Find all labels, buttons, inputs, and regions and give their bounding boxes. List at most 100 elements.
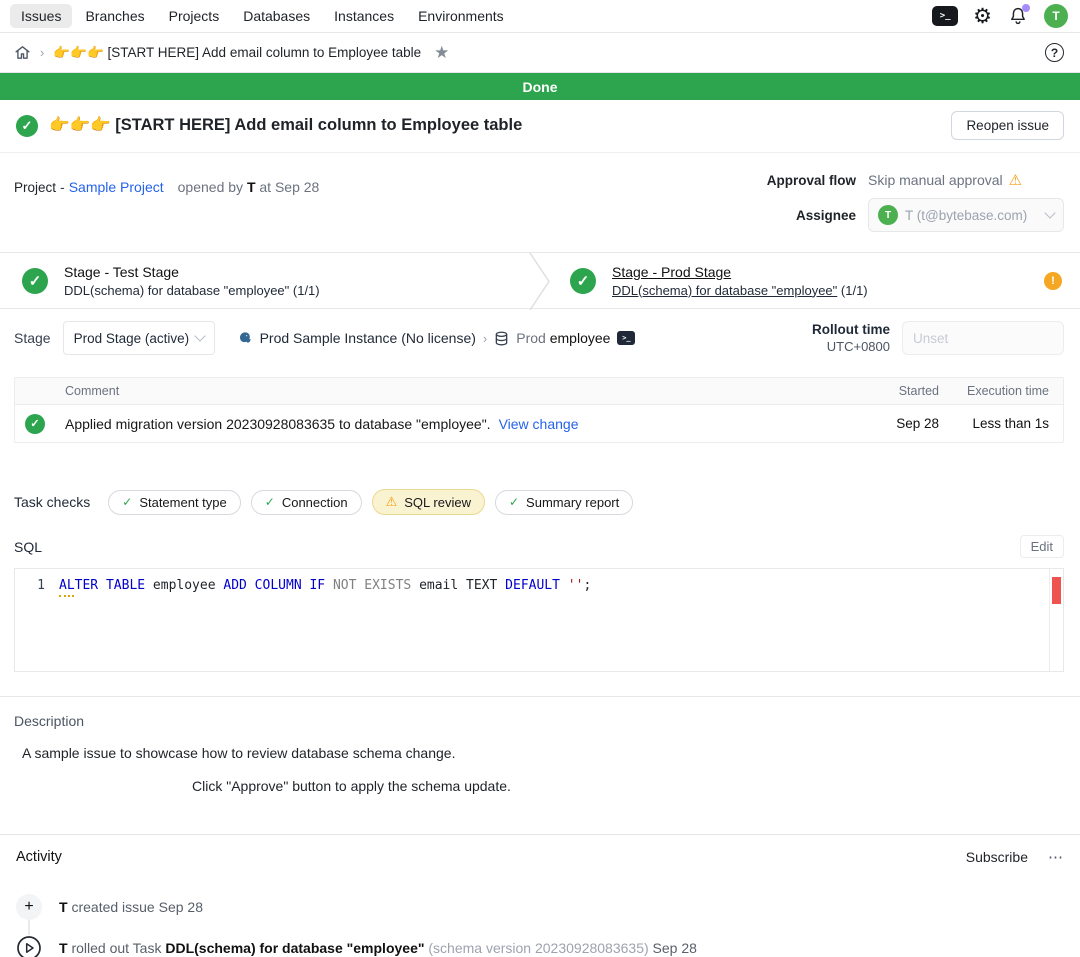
- check-connection[interactable]: ✓ Connection: [251, 490, 362, 515]
- sql-editor-icon[interactable]: >_: [932, 6, 958, 26]
- issue-header: ✓ 👉👉👉 [START HERE] Add email column to E…: [0, 100, 1080, 153]
- check-sql-review-label: SQL review: [404, 495, 471, 510]
- view-change-link[interactable]: View change: [499, 416, 579, 432]
- top-navbar: Issues Branches Projects Databases Insta…: [0, 0, 1080, 33]
- assignee-value: T (t@bytebase.com): [905, 208, 1039, 223]
- home-icon[interactable]: [14, 44, 31, 61]
- sql-identifier: email TEXT: [419, 578, 497, 593]
- sql-warning-squiggle: [59, 595, 74, 597]
- sql-label: SQL: [14, 539, 42, 555]
- assignee-select[interactable]: T T (t@bytebase.com): [868, 198, 1064, 232]
- star-icon[interactable]: ★: [434, 43, 449, 63]
- nav-item-projects[interactable]: Projects: [158, 4, 231, 28]
- stage-prod-stage[interactable]: ✓ Stage - Prod Stage DDL(schema) for dat…: [552, 253, 1044, 308]
- chevron-down-icon: [194, 330, 205, 341]
- check-sql-review[interactable]: ⚠ SQL review: [372, 489, 485, 515]
- meta-right: Approval flow Skip manual approval ⚠ Ass…: [767, 171, 1064, 232]
- opened-time: at Sep 28: [259, 179, 319, 195]
- database-env-and-name[interactable]: Prod employee: [516, 330, 610, 346]
- check-summary-report[interactable]: ✓ Summary report: [495, 490, 633, 515]
- rollout-time-input[interactable]: [913, 331, 1080, 346]
- sql-keyword: ALTER TABLE: [59, 578, 145, 593]
- activity-action: created issue: [71, 899, 154, 915]
- description-label: Description: [14, 713, 1064, 729]
- editor-scrollbar[interactable]: [1049, 569, 1063, 671]
- nav-item-instances[interactable]: Instances: [323, 4, 405, 28]
- nav-actions: >_ ⚙ T: [932, 4, 1068, 28]
- more-options-icon[interactable]: ⋯: [1048, 848, 1064, 866]
- stage-test-name: Stage - Test Stage: [64, 264, 320, 280]
- rollout-time: Rollout time UTC+0800: [812, 321, 1064, 355]
- sql-string: '': [568, 578, 584, 593]
- description-line-2: Click "Approve" button to apply the sche…: [192, 778, 1064, 794]
- nav-item-branches[interactable]: Branches: [74, 4, 155, 28]
- column-header-execution-time: Execution time: [939, 384, 1063, 398]
- stage-prod-task[interactable]: DDL(schema) for database "employee" (1/1…: [612, 283, 868, 298]
- activity-actor: T: [59, 940, 68, 956]
- breadcrumb: › 👉👉👉 [START HERE] Add email column to E…: [0, 33, 1080, 73]
- user-avatar[interactable]: T: [1044, 4, 1068, 28]
- check-warning-icon: ⚠: [386, 494, 398, 510]
- status-banner: Done: [0, 73, 1080, 100]
- sql-edit-button[interactable]: Edit: [1020, 535, 1064, 558]
- notifications-bell-icon[interactable]: [1007, 5, 1029, 27]
- check-statement-type-label: Statement type: [139, 495, 226, 510]
- database-icon: [494, 331, 509, 346]
- stage-prod-task-link[interactable]: DDL(schema) for database "employee": [612, 283, 837, 298]
- activity-actor: T: [59, 899, 68, 915]
- path-separator: ›: [483, 331, 487, 346]
- issue-done-check-icon: ✓: [16, 115, 38, 137]
- postgres-icon: [237, 330, 253, 346]
- gear-icon[interactable]: ⚙: [973, 6, 992, 27]
- nav-item-databases[interactable]: Databases: [232, 4, 321, 28]
- task-success-check-icon: ✓: [25, 414, 45, 434]
- stage-test-stage[interactable]: ✓ Stage - Test Stage DDL(schema) for dat…: [0, 253, 528, 308]
- task-execution-time: Less than 1s: [939, 416, 1063, 431]
- activity-created-text: T created issue Sep 28: [59, 899, 203, 915]
- subscribe-button[interactable]: Subscribe: [966, 849, 1028, 865]
- activity-item-created: + T created issue Sep 28: [16, 886, 1064, 927]
- open-sql-editor-icon[interactable]: >_: [617, 331, 635, 345]
- check-statement-type[interactable]: ✓ Statement type: [108, 490, 241, 515]
- sql-semicolon: ;: [583, 578, 591, 593]
- stage-select[interactable]: Prod Stage (active): [63, 321, 215, 355]
- nav-item-environments[interactable]: Environments: [407, 4, 515, 28]
- sql-code-line: 1 ALTER TABLE employee ADD COLUMN IF NOT…: [15, 578, 1063, 593]
- stage-test-task: DDL(schema) for database "employee" (1/1…: [64, 283, 320, 298]
- activity-time: Sep 28: [653, 940, 697, 956]
- breadcrumb-separator: ›: [40, 45, 44, 60]
- line-number: 1: [15, 578, 59, 593]
- opened-by: opened by T at Sep 28: [178, 179, 320, 195]
- rollout-time-label: Rollout time: [812, 321, 890, 338]
- nav-item-issues[interactable]: Issues: [10, 4, 72, 28]
- activity-timeline: + T created issue Sep 28 T rolled out Ta…: [16, 886, 1064, 957]
- stage-prod-name[interactable]: Stage - Prod Stage: [612, 264, 868, 280]
- rollout-labels: Rollout time UTC+0800: [812, 321, 890, 355]
- sql-editor[interactable]: 1 ALTER TABLE employee ADD COLUMN IF NOT…: [14, 568, 1064, 672]
- notification-dot: [1022, 4, 1030, 12]
- check-success-icon: ✓: [122, 495, 132, 509]
- task-comment-text: Applied migration version 20230928083635…: [65, 416, 491, 432]
- assignee-avatar: T: [878, 205, 898, 225]
- activity-target: DDL(schema) for database "employee": [165, 940, 424, 956]
- activity-label: Activity: [16, 849, 62, 865]
- instance-name[interactable]: Prod Sample Instance (No license): [260, 330, 476, 346]
- rollout-timezone: UTC+0800: [812, 338, 890, 355]
- column-header-comment: Comment: [57, 384, 853, 398]
- project-link[interactable]: Sample Project: [69, 179, 164, 195]
- issue-meta: Project-Sample Projectopened by T at Sep…: [0, 153, 1080, 252]
- database-name: employee: [550, 330, 611, 346]
- sql-identifier: employee: [153, 578, 216, 593]
- stage-warning-icon[interactable]: !: [1044, 272, 1062, 290]
- scrollbar-warning-marker: [1052, 577, 1061, 604]
- approval-warning-icon[interactable]: ⚠: [1009, 171, 1022, 189]
- breadcrumb-title: 👉👉👉 [START HERE] Add email column to Emp…: [53, 45, 421, 61]
- table-row: ✓ Applied migration version 202309280836…: [15, 405, 1063, 442]
- database-env: Prod: [516, 330, 546, 346]
- sql-keyword: ADD COLUMN IF: [223, 578, 325, 593]
- help-icon[interactable]: ?: [1045, 43, 1064, 62]
- stage-divider-chevron: [528, 253, 552, 310]
- status-banner-label: Done: [523, 79, 558, 95]
- reopen-issue-button[interactable]: Reopen issue: [951, 111, 1064, 140]
- sql-operator: NOT EXISTS: [333, 578, 411, 593]
